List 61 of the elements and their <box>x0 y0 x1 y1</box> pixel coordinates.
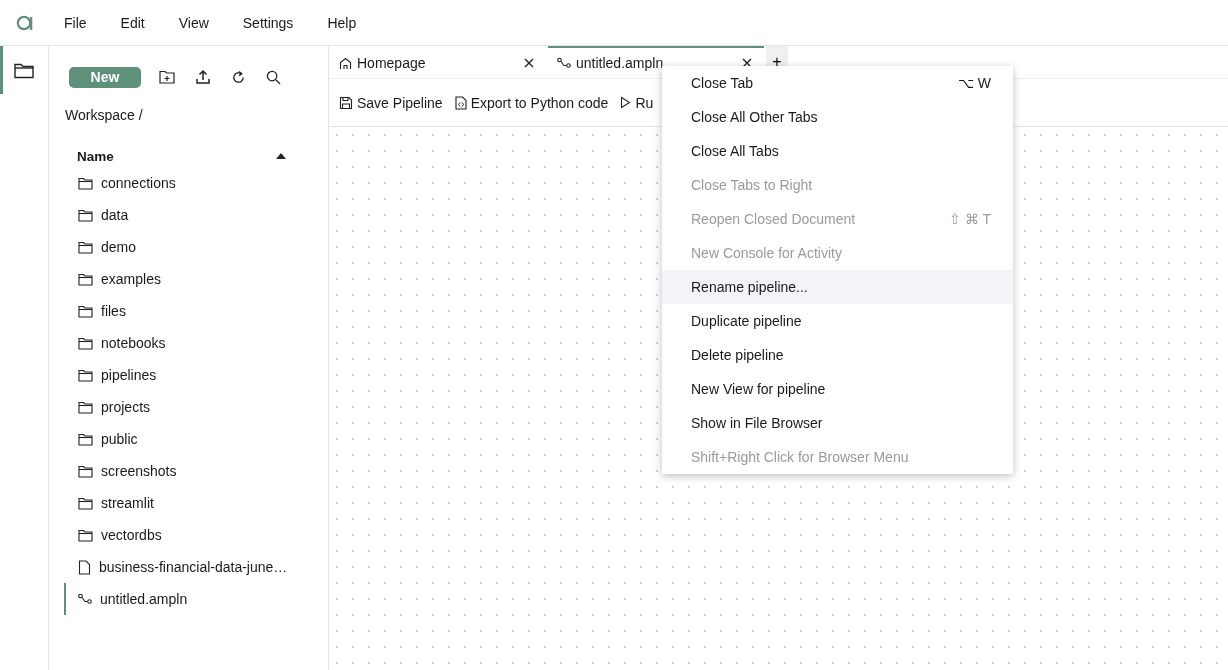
file-tree-row[interactable]: streamlit <box>64 487 328 519</box>
toolbar-button[interactable]: Ru <box>620 94 654 111</box>
new-button[interactable]: New <box>69 66 141 88</box>
save-icon <box>339 95 353 110</box>
file-tree-row[interactable]: files <box>64 295 328 327</box>
document-tab[interactable]: Homepage <box>330 46 546 78</box>
breadcrumb[interactable]: Workspace / <box>49 105 328 125</box>
sort-up-icon[interactable] <box>276 153 286 159</box>
folder-icon <box>78 528 93 542</box>
file-tree-row[interactable]: untitled.ampln <box>64 583 328 615</box>
column-header[interactable]: Name <box>77 148 114 164</box>
refresh-icon[interactable] <box>231 69 246 85</box>
menu-item[interactable]: Close All Tabs <box>662 134 1013 168</box>
menu-item[interactable]: Close All Other Tabs <box>662 100 1013 134</box>
search-icon[interactable] <box>266 69 281 85</box>
pipeline-icon <box>557 57 571 69</box>
file-tree-row[interactable]: connections <box>64 167 328 199</box>
toolbar-button[interactable]: Export to Python code <box>454 94 609 111</box>
folder-icon <box>78 464 93 478</box>
menu-item[interactable]: Show in File Browser <box>662 406 1013 440</box>
code-file-icon <box>454 95 467 110</box>
upload-icon[interactable] <box>195 69 211 85</box>
folder-icon <box>78 400 93 414</box>
file-tree-row[interactable]: vectordbs <box>64 519 328 551</box>
file-tree-row[interactable]: notebooks <box>64 327 328 359</box>
menu-item[interactable]: View <box>178 14 209 31</box>
close-icon[interactable] <box>742 58 752 68</box>
folder-icon <box>78 240 93 254</box>
menu-item[interactable]: Edit <box>120 14 145 31</box>
folder-icon <box>78 272 93 286</box>
menu-item[interactable]: Help <box>327 14 357 31</box>
menu-item[interactable]: Duplicate pipeline <box>662 304 1013 338</box>
play-icon <box>620 96 632 109</box>
folder-icon <box>78 208 93 222</box>
file-tree-row[interactable]: business-financial-data-june… <box>64 551 328 583</box>
folder-icon <box>78 336 93 350</box>
file-tree-row[interactable]: data <box>64 199 328 231</box>
folder-icon <box>78 368 93 382</box>
menu-item[interactable]: File <box>64 14 87 31</box>
folder-icon <box>78 432 93 446</box>
file-tree-row[interactable]: screenshots <box>64 455 328 487</box>
logo-icon <box>16 14 34 31</box>
file-tree-row[interactable]: public <box>64 423 328 455</box>
file-tree-row[interactable]: projects <box>64 391 328 423</box>
menu-item[interactable]: Settings <box>242 14 294 31</box>
file-tree-row[interactable]: examples <box>64 263 328 295</box>
close-icon[interactable] <box>524 58 534 68</box>
folder-icon <box>78 304 93 318</box>
new-folder-icon[interactable] <box>159 70 175 84</box>
folder-icon <box>78 176 93 190</box>
pipeline-icon <box>78 593 92 605</box>
home-icon <box>339 56 352 70</box>
toolbar-button[interactable]: Save Pipeline <box>339 94 443 111</box>
menu-item[interactable]: Rename pipeline... <box>662 270 1013 304</box>
file-tree-row[interactable]: pipelines <box>64 359 328 391</box>
menu-item[interactable]: Delete pipeline <box>662 338 1013 372</box>
menu-item[interactable]: New View for pipeline <box>662 372 1013 406</box>
file-tree-row[interactable]: demo <box>64 231 328 263</box>
folder-icon <box>78 496 93 510</box>
file-icon <box>78 559 91 575</box>
folder-icon <box>14 61 34 79</box>
